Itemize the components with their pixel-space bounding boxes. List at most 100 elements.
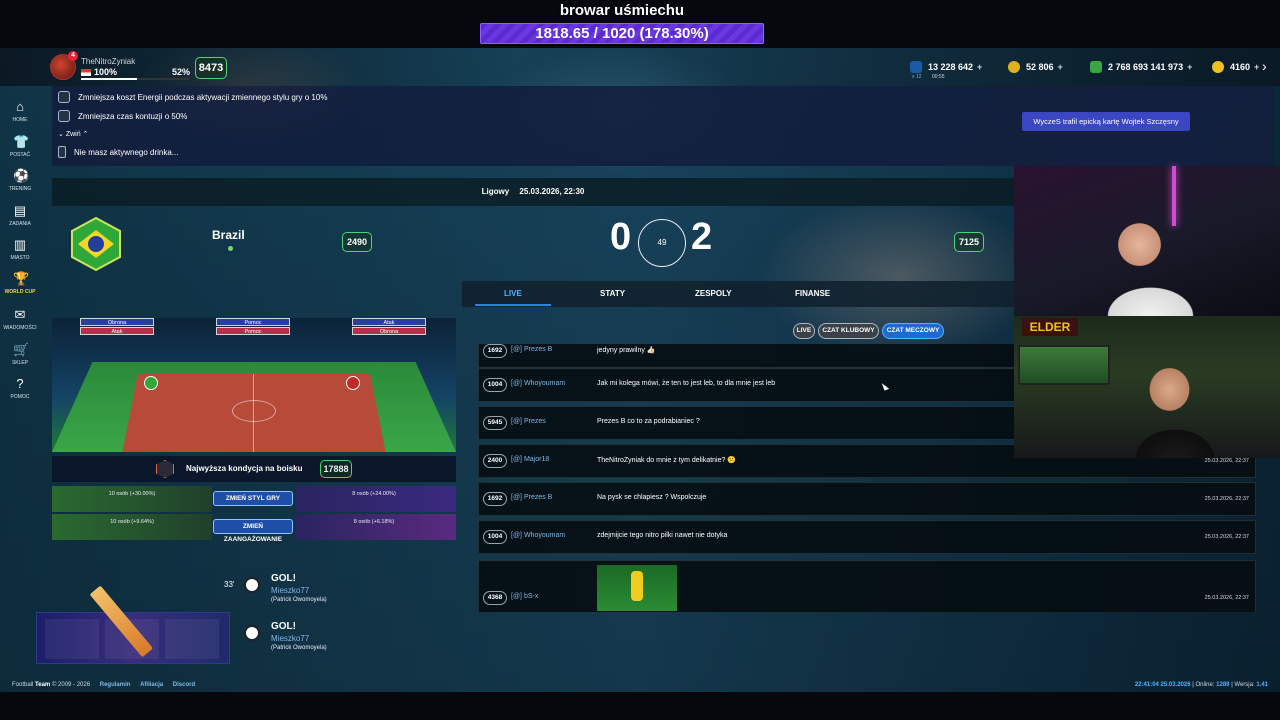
cash-plus[interactable]: + <box>1187 62 1192 72</box>
sidebar-item-messages[interactable]: ✉ WIADOMOŚCI <box>0 308 40 332</box>
condition-icon <box>156 460 174 478</box>
footer-link-discord[interactable]: Discord <box>173 682 195 688</box>
style-home-count: 10 osób (+30.00%) <box>108 491 156 497</box>
chat-username[interactable]: [@] Prezes B <box>511 346 552 353</box>
tab-stats[interactable]: STATY <box>600 281 625 307</box>
chat-timestamp: 25.03.2026, 22:37 <box>1204 595 1249 601</box>
collapse-toggle[interactable]: ⌄ Zwiń ⌃ <box>58 130 88 138</box>
sidebar: ⌂ HOME 👕 POSTAĆ ⚽ TRENING ▤ ZADANIA ▥ MIASTO … <box>0 48 40 408</box>
away-rating: 7125 <box>954 232 984 252</box>
chat-username[interactable]: [@] Whoyoumam <box>511 532 565 539</box>
coins-plus[interactable]: + <box>1058 62 1063 72</box>
chat-filter-club[interactable]: CZAT KLUBOWY <box>818 323 879 339</box>
sidebar-item-tasks[interactable]: ▤ ZADANIA <box>0 203 40 228</box>
position-tag: Atak <box>352 318 426 326</box>
sidebar-item-training[interactable]: ⚽ TRENING <box>0 168 40 193</box>
away-team-ball-icon <box>346 376 360 390</box>
tab-teams[interactable]: ZESPOLY <box>695 281 732 307</box>
xp-bar-fill <box>81 78 138 80</box>
chevron-right-icon[interactable]: › <box>1262 58 1267 74</box>
chat-rank-badge: 2400 <box>483 454 507 468</box>
sidebar-item-home[interactable]: ⌂ HOME <box>0 100 40 124</box>
active-tab-indicator <box>475 304 551 306</box>
change-style-button[interactable]: ZMIEŃ STYL GRY <box>213 491 293 506</box>
chat-username[interactable]: [@] Whoyoumam <box>511 380 565 387</box>
bottle-icon <box>58 146 66 158</box>
energy-plus[interactable]: + <box>977 62 982 72</box>
goal-assist: (Patrick Owomoyela) <box>271 597 327 603</box>
lightning-icon <box>910 61 922 73</box>
engagement-right-panel <box>296 514 456 540</box>
shirt-icon: 👕 <box>13 134 30 149</box>
ball-icon: ⚽ <box>13 168 30 183</box>
sidebar-item-label: MIASTO <box>10 255 30 261</box>
tab-finances[interactable]: FINANSE <box>795 281 830 307</box>
coins-value: 52 806 <box>1026 62 1054 72</box>
drink-text: Nie masz aktywnego drinka... <box>74 147 179 157</box>
home-team-name[interactable]: Brazil <box>212 228 245 242</box>
energy-multiplier: x 12 <box>912 74 922 80</box>
player-name[interactable]: TheNitroZyniak <box>81 57 135 66</box>
chat-message-text: jedyny prawilny 👍🏻 <box>597 347 656 354</box>
sidebar-item-city[interactable]: ▥ MIASTO <box>0 238 40 262</box>
coins-resource[interactable]: 52 806 + <box>1008 57 1063 77</box>
chat-rank-badge: 1692 <box>483 492 507 506</box>
engagement-row: 10 osób (+9.64%) ZMIEŃ ZAANGAŻOWANIE 8 o… <box>52 514 456 543</box>
home-team-ball-icon <box>144 376 158 390</box>
position-tag: Obrona <box>80 318 154 326</box>
chat-filter-live[interactable]: LIVE <box>793 323 815 339</box>
buff-icon <box>58 91 70 103</box>
sidebar-item-label: SKLEP <box>11 360 29 366</box>
engagement-home-count: 10 osób (+9.64%) <box>110 519 154 525</box>
chat-timestamp: 25.03.2026, 22:37 <box>1204 496 1249 502</box>
style-away-count: 8 osób (+24.00%) <box>352 491 396 497</box>
cart-icon: 🛒 <box>13 342 30 357</box>
chat-image[interactable] <box>597 565 677 611</box>
footer-left: Football Team © 2009 - 2026 Regulamin Af… <box>12 682 195 688</box>
style-right-panel <box>296 486 456 512</box>
sidebar-item-character[interactable]: 👕 POSTAĆ <box>0 134 40 159</box>
guest-person <box>1120 360 1230 458</box>
footer-right: 22:41:04 25.03.2026 | Online: 1289 | Wer… <box>1135 682 1268 688</box>
sidebar-item-world-cup[interactable]: 🏆 WORLD CUP <box>0 272 40 296</box>
chat-rank-badge: 1004 <box>483 378 507 392</box>
footer-version-label: | Wersja: <box>1231 682 1255 688</box>
sidebar-item-label: TRENING <box>8 186 32 192</box>
footer-link-affiliate[interactable]: Afiliacja <box>140 682 163 688</box>
goal-scorer[interactable]: Mieszko77 <box>271 634 309 643</box>
chat-username[interactable]: [@] Prezes B <box>511 494 552 501</box>
footer-link-rules[interactable]: Regulamin <box>100 682 131 688</box>
chat-rank-badge: 4368 <box>483 591 507 605</box>
buff-energy: Zmniejsza koszt Energii podczas aktywacj… <box>58 91 327 103</box>
chat-username[interactable]: [@] Prezes <box>511 418 546 425</box>
goal-minute: 33' <box>224 580 235 589</box>
change-engagement-button[interactable]: ZMIEŃ ZAANGAŻOWANIE <box>213 519 293 543</box>
gems-plus[interactable]: + <box>1254 62 1259 72</box>
engagement-away-count: 8 osób (+6.18%) <box>353 519 395 525</box>
position-tag: Pomoc <box>216 327 290 335</box>
sidebar-item-shop[interactable]: 🛒 SKLEP <box>0 342 40 367</box>
weapon-slot <box>45 619 99 659</box>
collapse-label: Zwiń <box>65 131 81 138</box>
gems-value: 4160 <box>1230 62 1251 72</box>
goal-event: 7' GOL! Mieszko77 (Patrick Owomoyela) <box>220 620 420 660</box>
player-level: 8473 <box>195 57 227 79</box>
clipboard-icon: ▤ <box>13 203 27 218</box>
footer-copyright: © 2009 - 2026 <box>51 682 91 688</box>
poland-flag-icon <box>81 69 91 76</box>
buff-injury-text: Zmniejsza czas kontuzji o 50% <box>78 111 188 121</box>
chat-username[interactable]: [@] bS-x <box>511 593 538 600</box>
cash-resource[interactable]: 2 768 693 141 973 + <box>1090 57 1192 77</box>
epic-card-notification[interactable]: WyczeS trafil epicką kartę Wojtek Szczęs… <box>1022 112 1190 131</box>
style-left-panel <box>52 486 212 512</box>
gems-resource[interactable]: 4160 + <box>1212 57 1259 77</box>
condition-label: Najwyższa kondycja na boisku <box>186 464 303 473</box>
sidebar-item-help[interactable]: ? POMOC <box>0 377 40 401</box>
chat-filter-match[interactable]: CZAT MECZOWY <box>882 323 944 339</box>
goal-scorer[interactable]: Mieszko77 <box>271 586 309 595</box>
chat-message: 1692 [@] Prezes B Na pysk se chlapiesz ? W… <box>478 482 1256 516</box>
coin-icon <box>1008 61 1020 73</box>
home-rating: 2490 <box>342 232 372 252</box>
chat-timestamp: 25.03.2026, 22:37 <box>1204 458 1249 464</box>
chat-username[interactable]: [@] Major18 <box>511 456 549 463</box>
